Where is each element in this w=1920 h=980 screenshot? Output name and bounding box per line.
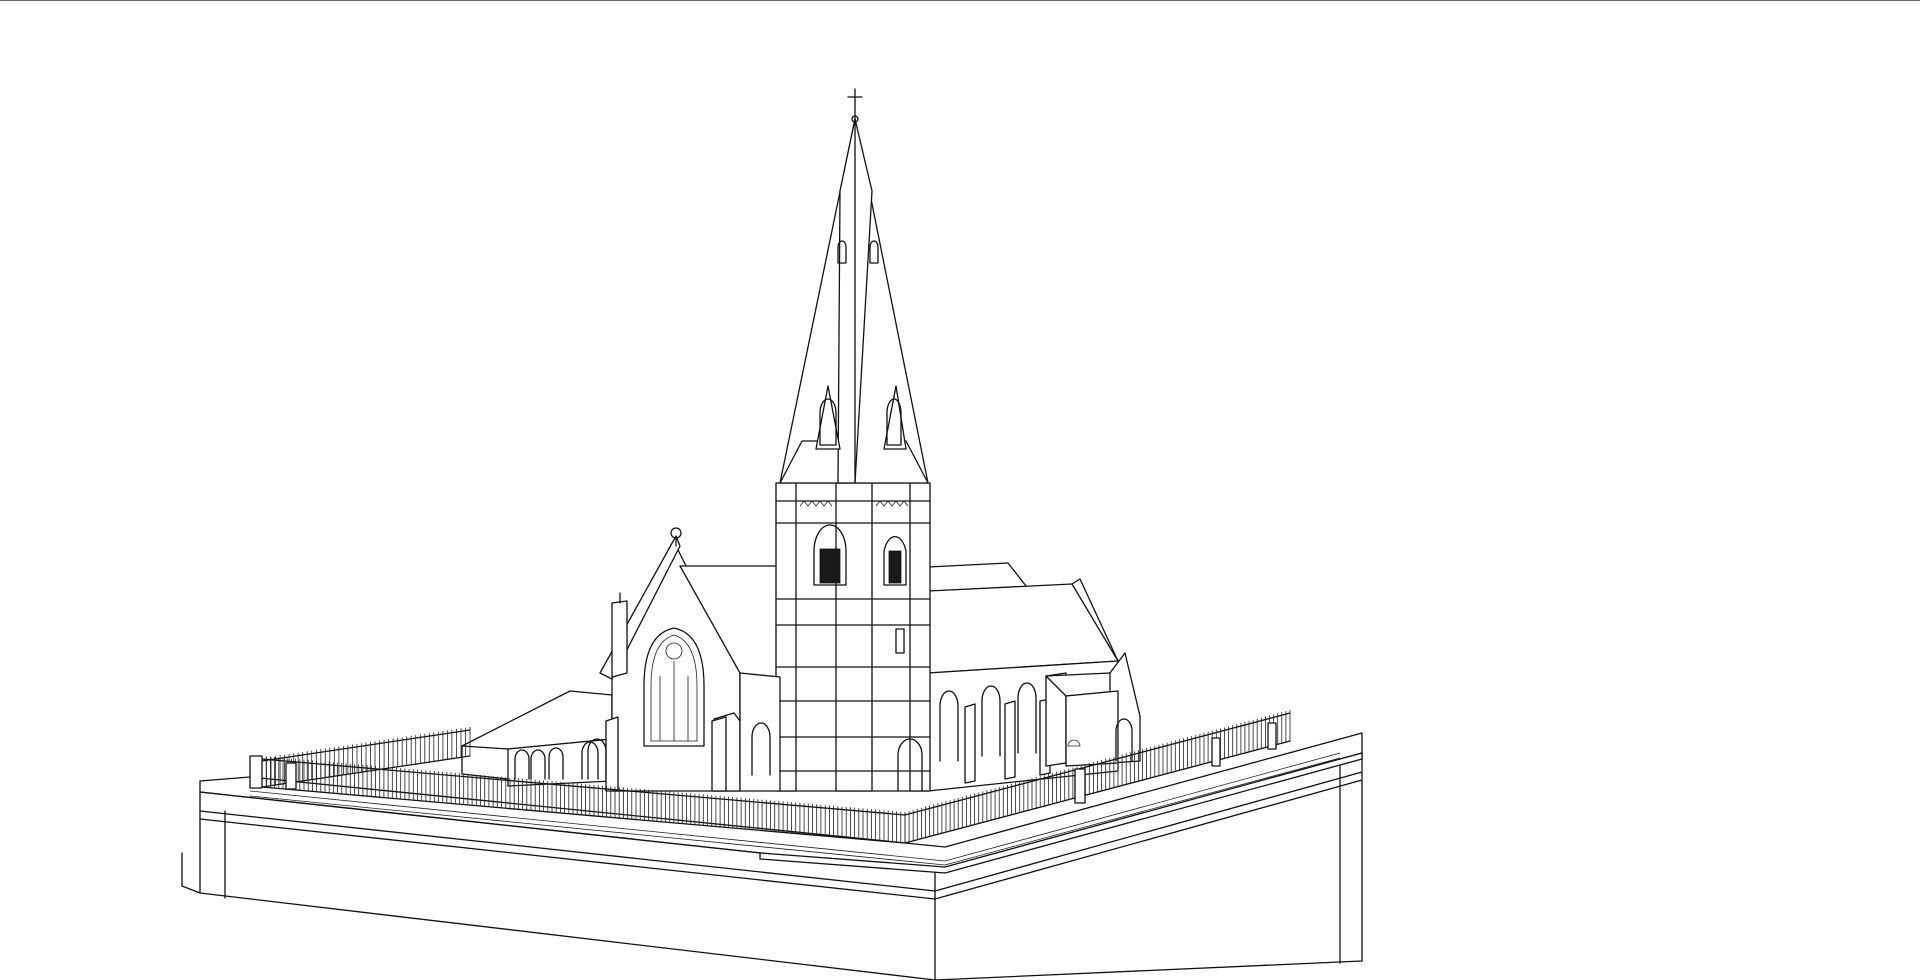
tower [775, 482, 931, 792]
left-annex-building [461, 690, 613, 787]
model-viewport[interactable] [0, 0, 1920, 980]
church-model-drawing [181, 88, 1363, 980]
spire [779, 88, 929, 484]
